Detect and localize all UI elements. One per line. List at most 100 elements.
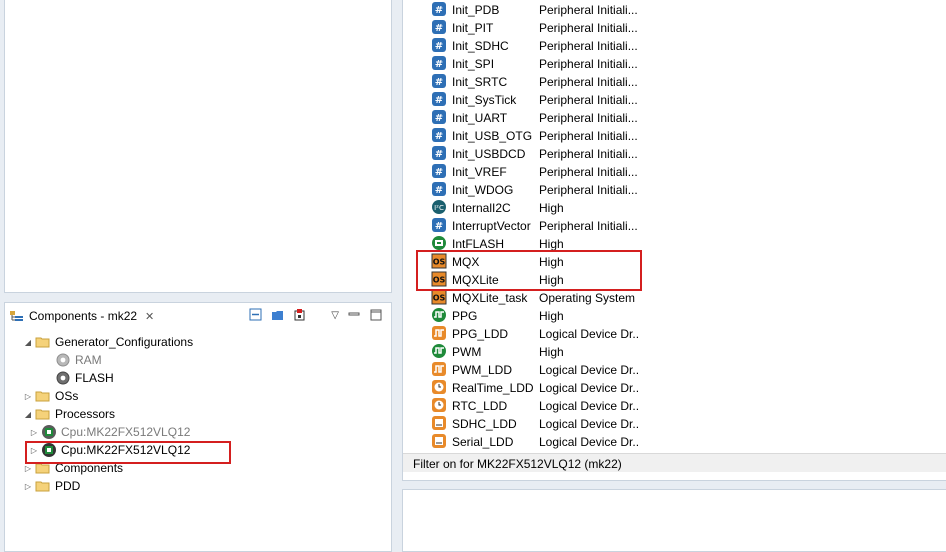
gear-icon: [56, 353, 70, 367]
svg-text:I²C: I²C: [434, 204, 444, 212]
tree-item-processors[interactable]: ◢ Processors: [21, 405, 193, 423]
component-name-cell: Serial_LDD: [431, 433, 539, 452]
close-icon[interactable]: ✕: [145, 310, 154, 323]
init-icon: #: [431, 217, 447, 236]
tree-item-oss[interactable]: ▷ OSs: [21, 387, 193, 405]
svg-text:#: #: [435, 77, 443, 88]
components-tab[interactable]: Components - mk22 ✕: [9, 309, 154, 323]
component-category: Logical Device Dr...: [539, 435, 639, 449]
collapsed-arrow-icon[interactable]: ▷: [21, 392, 35, 401]
init-icon: #: [431, 181, 447, 200]
svg-text:#: #: [435, 95, 443, 106]
i2c-icon: I²C: [431, 199, 447, 218]
component-category: High: [539, 309, 564, 323]
tree-item-cpu-disabled[interactable]: ▷ Cpu:MK22FX512VLQ12: [21, 423, 193, 441]
component-row-interruptvector[interactable]: # InterruptVector Peripheral Initiali...: [431, 217, 639, 235]
component-row-init-pdb[interactable]: # Init_PDB Peripheral Initiali...: [431, 1, 639, 19]
component-name-cell: # Init_WDOG: [431, 181, 539, 200]
component-name: MQXLite_task: [452, 291, 528, 305]
component-row-ppg[interactable]: PPG High: [431, 307, 639, 325]
maximize-icon[interactable]: [369, 308, 383, 322]
expanded-arrow-icon[interactable]: ◢: [21, 410, 35, 419]
component-category: Peripheral Initiali...: [539, 57, 638, 71]
clock-orange-icon: [431, 379, 447, 398]
component-row-init-uart[interactable]: # Init_UART Peripheral Initiali...: [431, 109, 639, 127]
component-row-pwm-ldd[interactable]: PWM_LDD Logical Device Dr...: [431, 361, 639, 379]
tree-item-generator-configurations[interactable]: ◢ Generator_Configurations: [21, 333, 193, 351]
component-category: Peripheral Initiali...: [539, 3, 638, 17]
component-name-cell: PWM: [431, 343, 539, 362]
component-row-init-spi[interactable]: # Init_SPI Peripheral Initiali...: [431, 55, 639, 73]
expanded-arrow-icon[interactable]: ◢: [21, 338, 35, 347]
collapsed-arrow-icon[interactable]: ▷: [21, 464, 35, 473]
components-tab-bar: Components - mk22 ✕ ▽: [5, 303, 391, 329]
init-icon: #: [431, 73, 447, 92]
component-row-internali2c[interactable]: I²C InternalI2C High: [431, 199, 639, 217]
component-name-cell: # Init_USBDCD: [431, 145, 539, 164]
svg-text:#: #: [435, 221, 443, 232]
components-tab-label: Components - mk22: [29, 309, 138, 323]
component-row-rtc-ldd[interactable]: RTC_LDD Logical Device Dr...: [431, 397, 639, 415]
component-row-realtime-ldd[interactable]: RealTime_LDD Logical Device Dr...: [431, 379, 639, 397]
collapsed-arrow-icon[interactable]: ▷: [21, 482, 35, 491]
component-category: Peripheral Initiali...: [539, 129, 638, 143]
component-category: Peripheral Initiali...: [539, 147, 638, 161]
highlight-box-cpu: [25, 441, 231, 464]
component-category: Logical Device Dr...: [539, 327, 639, 341]
component-row-init-srtc[interactable]: # Init_SRTC Peripheral Initiali...: [431, 73, 639, 91]
card-orange-icon: [431, 433, 447, 452]
component-row-init-usb-otg[interactable]: # Init_USB_OTG Peripheral Initiali...: [431, 127, 639, 145]
component-row-init-pit[interactable]: # Init_PIT Peripheral Initiali...: [431, 19, 639, 37]
component-category: High: [539, 237, 564, 251]
component-row-mqxlite-task[interactable]: OS MQXLite_task Operating System: [431, 289, 639, 307]
folder-icon: [35, 391, 50, 402]
component-name: Init_SPI: [452, 57, 495, 71]
init-icon: #: [431, 163, 447, 182]
component-name-cell: # Init_PIT: [431, 19, 539, 38]
component-name-cell: PWM_LDD: [431, 361, 539, 380]
os-icon: OS: [431, 289, 447, 308]
folder-icon[interactable]: [271, 308, 285, 322]
component-name: PWM: [452, 345, 482, 359]
component-category: Logical Device Dr...: [539, 363, 639, 377]
svg-text:#: #: [435, 185, 443, 196]
component-name-cell: # Init_SDHC: [431, 37, 539, 56]
svg-text:#: #: [435, 5, 443, 16]
component-row-init-wdog[interactable]: # Init_WDOG Peripheral Initiali...: [431, 181, 639, 199]
components-view-icon: [10, 311, 23, 321]
svg-text:#: #: [435, 149, 443, 160]
component-name-cell: # Init_SRTC: [431, 73, 539, 92]
folder-icon: [35, 337, 50, 348]
component-name: RealTime_LDD: [452, 381, 534, 395]
minimize-icon[interactable]: [347, 308, 361, 322]
component-row-serial-ldd[interactable]: Serial_LDD Logical Device Dr...: [431, 433, 639, 451]
component-name: Init_SysTick: [452, 93, 517, 107]
component-row-pwm[interactable]: PWM High: [431, 343, 639, 361]
highlight-box-mqx: [416, 250, 642, 291]
component-row-init-vref[interactable]: # Init_VREF Peripheral Initiali...: [431, 163, 639, 181]
collapse-all-icon[interactable]: [249, 308, 263, 322]
component-name-cell: # Init_VREF: [431, 163, 539, 182]
component-name: InternalI2C: [452, 201, 511, 215]
component-category: Logical Device Dr...: [539, 417, 639, 431]
view-menu-icon[interactable]: ▽: [331, 310, 339, 321]
component-category: High: [539, 201, 564, 215]
tree-item-flash[interactable]: FLASH: [21, 369, 193, 387]
component-row-ppg-ldd[interactable]: PPG_LDD Logical Device Dr...: [431, 325, 639, 343]
component-row-init-sdhc[interactable]: # Init_SDHC Peripheral Initiali...: [431, 37, 639, 55]
component-row-init-usbdcd[interactable]: # Init_USBDCD Peripheral Initiali...: [431, 145, 639, 163]
collapsed-arrow-icon[interactable]: ▷: [27, 428, 41, 437]
component-row-sdhc-ldd[interactable]: SDHC_LDD Logical Device Dr...: [431, 415, 639, 433]
component-filter-icon[interactable]: [293, 308, 307, 322]
cpu-icon: [42, 425, 56, 439]
component-name-cell: RealTime_LDD: [431, 379, 539, 398]
component-name: Init_USB_OTG: [452, 129, 533, 143]
component-category: Logical Device Dr...: [539, 381, 639, 395]
component-category: Peripheral Initiali...: [539, 93, 638, 107]
component-row-init-systick[interactable]: # Init_SysTick Peripheral Initiali...: [431, 91, 639, 109]
tree-item-ram[interactable]: RAM: [21, 351, 193, 369]
tree-item-pdd[interactable]: ▷ PDD: [21, 477, 193, 495]
component-name: IntFLASH: [452, 237, 505, 251]
component-name: SDHC_LDD: [452, 417, 517, 431]
component-name-cell: # InterruptVector: [431, 217, 539, 236]
